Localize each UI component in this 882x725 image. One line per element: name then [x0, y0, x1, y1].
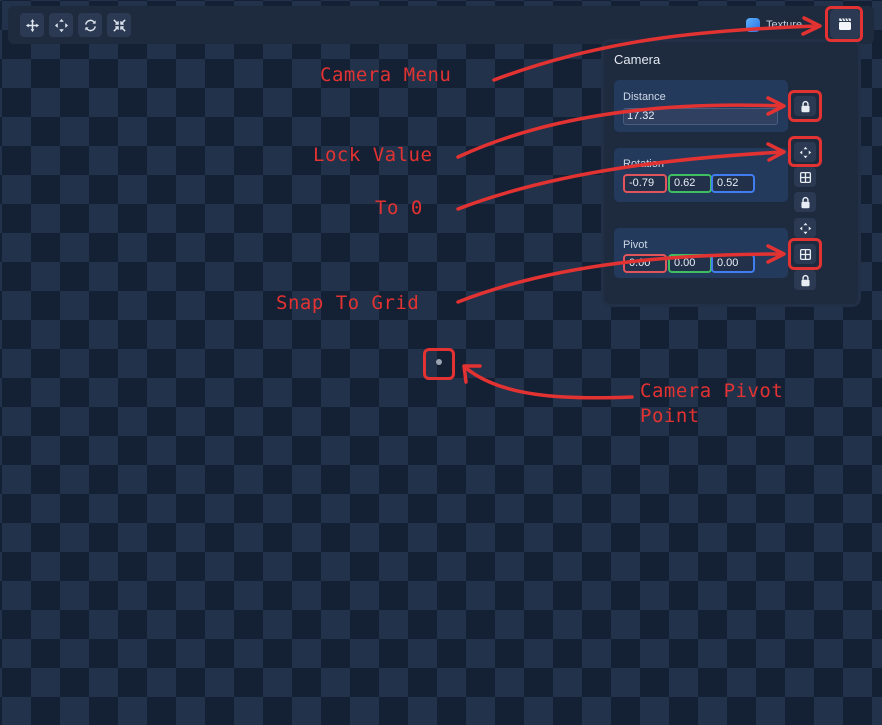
- annotation-lock-value: Lock Value: [313, 144, 433, 166]
- annotation-to-zero: To 0: [375, 197, 423, 219]
- annotation-pivot-point-line1: Camera Pivot: [640, 380, 784, 402]
- annotation-pivot-point-line2: Point: [640, 405, 700, 427]
- arrow-camera-menu: [492, 24, 820, 82]
- annotation-camera-menu: Camera Menu: [320, 64, 452, 86]
- arrow-pivot-point: [464, 366, 634, 400]
- arrow-lock-value: [456, 103, 784, 159]
- annotation-arrows: [456, 16, 822, 400]
- arrow-snap: [456, 252, 784, 304]
- arrow-to-zero: [456, 150, 784, 211]
- annotation-snap-to-grid: Snap To Grid: [276, 292, 420, 314]
